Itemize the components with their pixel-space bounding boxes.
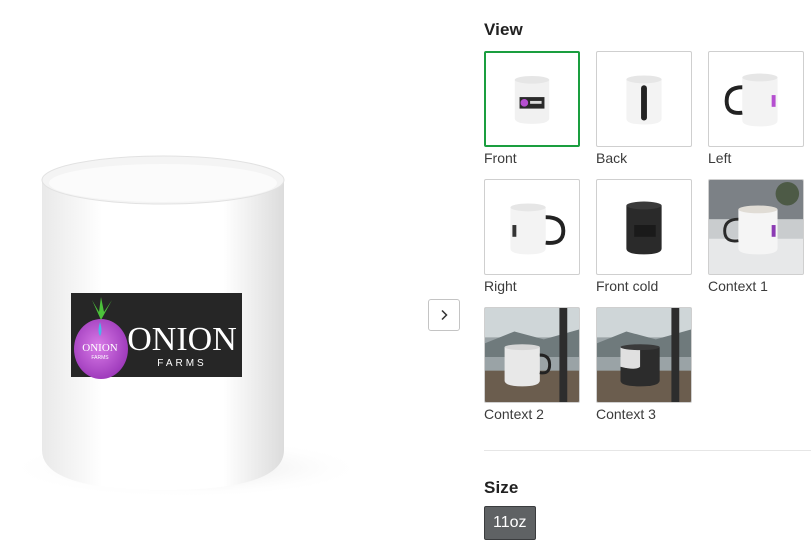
thumb-left-image[interactable] [708, 51, 804, 147]
mug-front-image: ONION FARMS ONION FARMS [6, 155, 366, 498]
size-option-11oz[interactable]: 11oz [484, 506, 536, 540]
view-title: View [484, 20, 523, 39]
thumb-label: Front [484, 150, 517, 166]
thumb-context-2-image[interactable] [484, 307, 580, 403]
thumb-label: Context 3 [596, 406, 656, 422]
thumb-label: Back [596, 150, 628, 166]
product-preview: ONION FARMS ONION FARMS [0, 150, 372, 510]
thumb-left[interactable]: Left [708, 51, 804, 166]
thumb-label: Front cold [596, 278, 659, 294]
logo-word: ONION [127, 321, 237, 358]
logo-inner-sub: FARMS [91, 355, 109, 361]
chevron-right-icon [441, 309, 448, 321]
thumb-label: Right [484, 278, 517, 294]
section-divider [484, 450, 811, 451]
thumb-front-image[interactable] [484, 51, 580, 147]
thumb-back[interactable]: Back [596, 51, 692, 166]
logo-inner-text: ONION [82, 342, 117, 354]
next-image-button[interactable] [428, 299, 460, 331]
thumb-back-image[interactable] [596, 51, 692, 147]
thumb-context-2[interactable]: Context 2 [484, 307, 580, 422]
thumb-label: Context 2 [484, 406, 544, 422]
logo-sub: FARMS [157, 358, 206, 369]
size-title: Size [484, 478, 519, 497]
thumb-context-1-image[interactable] [708, 179, 804, 275]
thumb-label: Context 1 [708, 278, 768, 294]
thumb-right[interactable]: Right [484, 179, 580, 294]
thumb-front-cold[interactable]: Front cold [596, 179, 692, 294]
thumb-context-3[interactable]: Context 3 [596, 307, 692, 422]
thumb-right-image[interactable] [484, 179, 580, 275]
thumb-context-3-image[interactable] [596, 307, 692, 403]
thumb-context-1[interactable]: Context 1 [708, 179, 804, 294]
thumb-front[interactable]: Front [484, 51, 580, 166]
thumb-front-cold-image[interactable] [596, 179, 692, 275]
thumb-label: Left [708, 150, 732, 166]
